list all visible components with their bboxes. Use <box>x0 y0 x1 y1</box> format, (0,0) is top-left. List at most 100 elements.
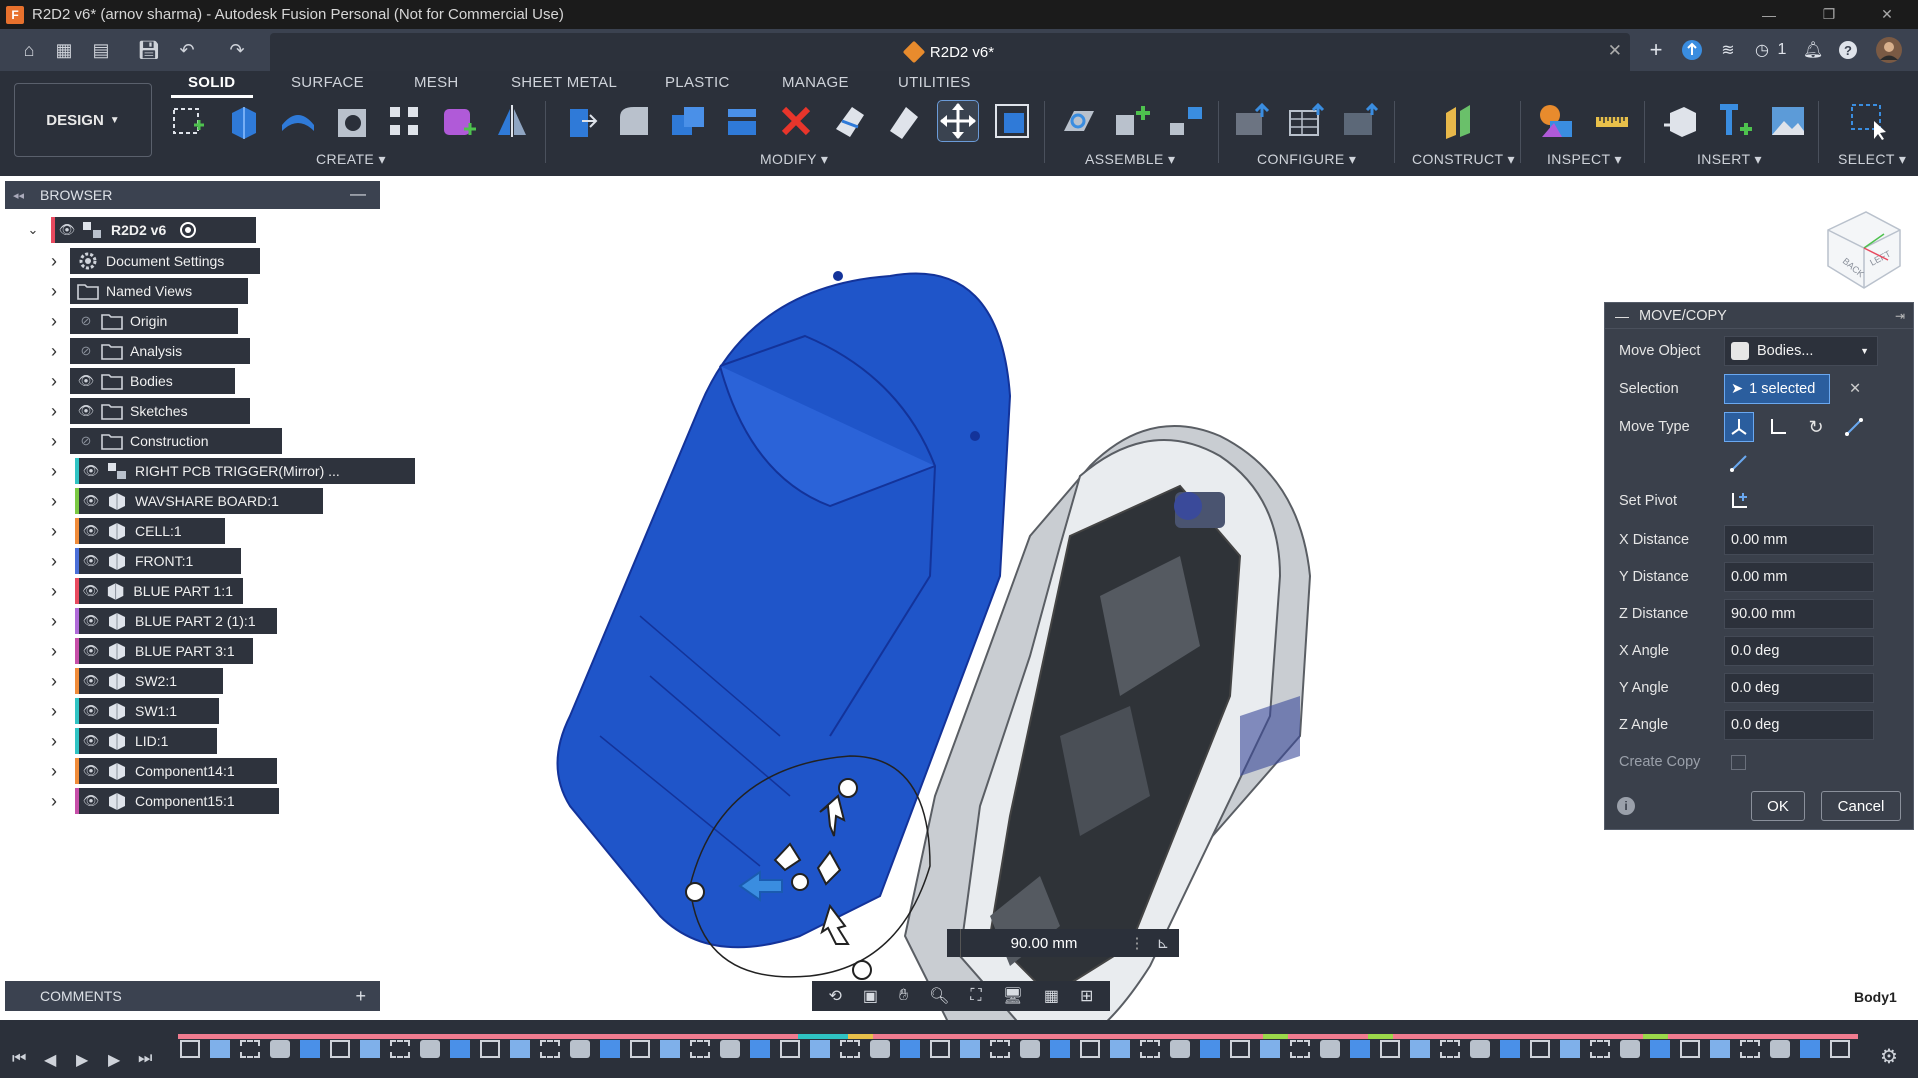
expand-chevron-icon[interactable]: › <box>47 611 61 631</box>
point-to-point-icon[interactable] <box>1839 412 1869 442</box>
timeline-sketch-icon[interactable] <box>1230 1040 1250 1058</box>
distance-input-box[interactable]: 90.00 mm ⋮ ⊾ <box>947 929 1179 957</box>
eye-icon[interactable]: 👁︎ <box>79 789 103 813</box>
group-modify[interactable]: MODIFY ▾ <box>760 151 828 168</box>
measure-icon[interactable] <box>1592 101 1632 141</box>
timeline-sketch-icon[interactable] <box>1830 1040 1850 1058</box>
fillet-icon[interactable] <box>614 101 654 141</box>
move-copy-icon[interactable] <box>937 100 979 142</box>
info-icon[interactable]: i <box>1617 797 1635 815</box>
field-input[interactable]: 0.0 deg <box>1724 636 1874 666</box>
expand-chevron-icon[interactable]: › <box>47 581 61 601</box>
eye-icon[interactable]: 👁︎ <box>74 369 98 393</box>
expand-chevron-icon[interactable]: › <box>47 401 61 421</box>
timeline-sketch-icon[interactable] <box>690 1040 710 1058</box>
display-settings-icon[interactable]: 🖥︎ <box>1003 986 1023 1006</box>
expand-chevron-icon[interactable]: › <box>47 371 61 391</box>
eye-icon[interactable]: 👁︎ <box>79 699 103 723</box>
create-copy-checkbox[interactable] <box>1731 754 1746 770</box>
eye-icon[interactable]: 👁︎ <box>79 729 103 753</box>
group-configure[interactable]: CONFIGURE ▾ <box>1257 151 1356 168</box>
eye-icon[interactable]: 👁︎ <box>79 669 103 693</box>
expand-chevron-icon[interactable]: › <box>47 281 61 301</box>
zoom-icon[interactable]: 🔍︎ <box>929 986 949 1006</box>
group-insert[interactable]: INSERT ▾ <box>1697 151 1762 168</box>
timeline-settings-gear-icon[interactable]: ⚙ <box>1880 1044 1898 1069</box>
timeline-sketch-icon[interactable] <box>330 1040 350 1058</box>
collapse-chevron-icon[interactable]: ⌄ <box>26 222 40 237</box>
timeline-sketch-icon[interactable] <box>480 1040 500 1058</box>
timeline-sketch-icon[interactable] <box>840 1040 860 1058</box>
timeline-extrude-icon[interactable] <box>360 1040 380 1058</box>
eye-hidden-icon[interactable]: ⊘ <box>74 309 98 333</box>
ok-button[interactable]: OK <box>1751 791 1805 821</box>
create-sketch-icon[interactable] <box>168 101 208 141</box>
timeline-sketch-icon[interactable] <box>990 1040 1010 1058</box>
expand-chevron-icon[interactable]: › <box>47 761 61 781</box>
eye-icon[interactable]: 👁︎ <box>79 549 103 573</box>
timeline-sketch-icon[interactable] <box>1290 1040 1310 1058</box>
mirror-icon[interactable] <box>492 101 532 141</box>
timeline-body-icon[interactable] <box>300 1040 320 1058</box>
press-pull-icon[interactable] <box>560 101 600 141</box>
save-icon[interactable]: 💾︎ <box>136 38 162 62</box>
split-body-icon[interactable] <box>884 101 924 141</box>
browser-panel-header[interactable]: ◂◂ BROWSER — <box>5 181 380 209</box>
extrude-icon[interactable] <box>222 101 262 141</box>
eye-icon[interactable]: 👁︎ <box>79 759 103 783</box>
as-built-joint-icon[interactable] <box>1166 101 1206 141</box>
timeline-body-icon[interactable] <box>1050 1040 1070 1058</box>
timeline-sketch-icon[interactable] <box>1080 1040 1100 1058</box>
expand-chevron-icon[interactable]: › <box>47 461 61 481</box>
data-panel-grid-icon[interactable]: ▦ <box>51 38 77 62</box>
minimize-browser-icon[interactable]: — <box>350 186 366 204</box>
timeline-extrude-icon[interactable] <box>210 1040 230 1058</box>
eye-icon[interactable]: 👁︎ <box>79 459 103 483</box>
workspace-switcher-button[interactable]: DESIGN ▼ <box>14 83 152 157</box>
timeline-sketch-icon[interactable] <box>1680 1040 1700 1058</box>
tab-utilities[interactable]: UTILITIES <box>898 74 971 91</box>
timeline-body-icon[interactable] <box>1350 1040 1370 1058</box>
timeline-body-icon[interactable] <box>1650 1040 1670 1058</box>
tab-manage[interactable]: MANAGE <box>782 74 849 91</box>
timeline-extrude-icon[interactable] <box>1110 1040 1130 1058</box>
timeline-sketch-icon[interactable] <box>180 1040 200 1058</box>
expand-chevron-icon[interactable]: › <box>47 341 61 361</box>
timeline-prev-icon[interactable]: ◀ <box>44 1050 56 1070</box>
viewports-icon[interactable]: ⊞ <box>1080 986 1093 1006</box>
job-status-icon[interactable]: ◷ <box>1750 37 1774 63</box>
eye-icon[interactable]: 👁︎ <box>79 579 102 603</box>
timeline-sketch-icon[interactable] <box>630 1040 650 1058</box>
tab-mesh[interactable]: MESH <box>414 74 459 91</box>
hole-icon[interactable] <box>332 101 372 141</box>
group-construct[interactable]: CONSTRUCT ▾ <box>1412 151 1515 168</box>
timeline-body-icon[interactable] <box>1500 1040 1520 1058</box>
comments-panel-header[interactable]: COMMENTS + <box>5 981 380 1011</box>
undo-icon[interactable]: ↶ <box>174 38 200 62</box>
timeline-extrude-icon[interactable] <box>660 1040 680 1058</box>
user-avatar[interactable] <box>1874 37 1904 63</box>
timeline-sketch-icon[interactable] <box>1380 1040 1400 1058</box>
timeline-sketch-icon[interactable] <box>1140 1040 1160 1058</box>
pattern-icon[interactable] <box>384 101 424 141</box>
eye-icon[interactable]: 👁︎ <box>79 609 103 633</box>
timeline-fillet-icon[interactable] <box>1020 1040 1040 1058</box>
group-select[interactable]: SELECT ▾ <box>1838 151 1906 168</box>
activate-radio-icon[interactable] <box>180 222 197 238</box>
timeline-fillet-icon[interactable] <box>1170 1040 1190 1058</box>
timeline-body-icon[interactable] <box>450 1040 470 1058</box>
timeline-body-icon[interactable] <box>1800 1040 1820 1058</box>
timeline-fillet-icon[interactable] <box>1320 1040 1340 1058</box>
expand-chevron-icon[interactable]: › <box>47 701 61 721</box>
timeline-fillet-icon[interactable] <box>1470 1040 1490 1058</box>
collapse-dialog-icon[interactable]: — <box>1615 308 1629 324</box>
translate-icon[interactable] <box>1763 412 1793 442</box>
free-move-icon[interactable] <box>1724 412 1754 442</box>
field-input[interactable]: 0.00 mm <box>1724 562 1874 592</box>
look-at-icon[interactable]: ▣ <box>863 986 878 1006</box>
group-assemble[interactable]: ASSEMBLE ▾ <box>1085 151 1175 168</box>
timeline-fillet-icon[interactable] <box>270 1040 290 1058</box>
group-inspect[interactable]: INSPECT ▾ <box>1547 151 1622 168</box>
timeline-sketch-icon[interactable] <box>1740 1040 1760 1058</box>
expand-chevron-icon[interactable]: › <box>47 521 61 541</box>
